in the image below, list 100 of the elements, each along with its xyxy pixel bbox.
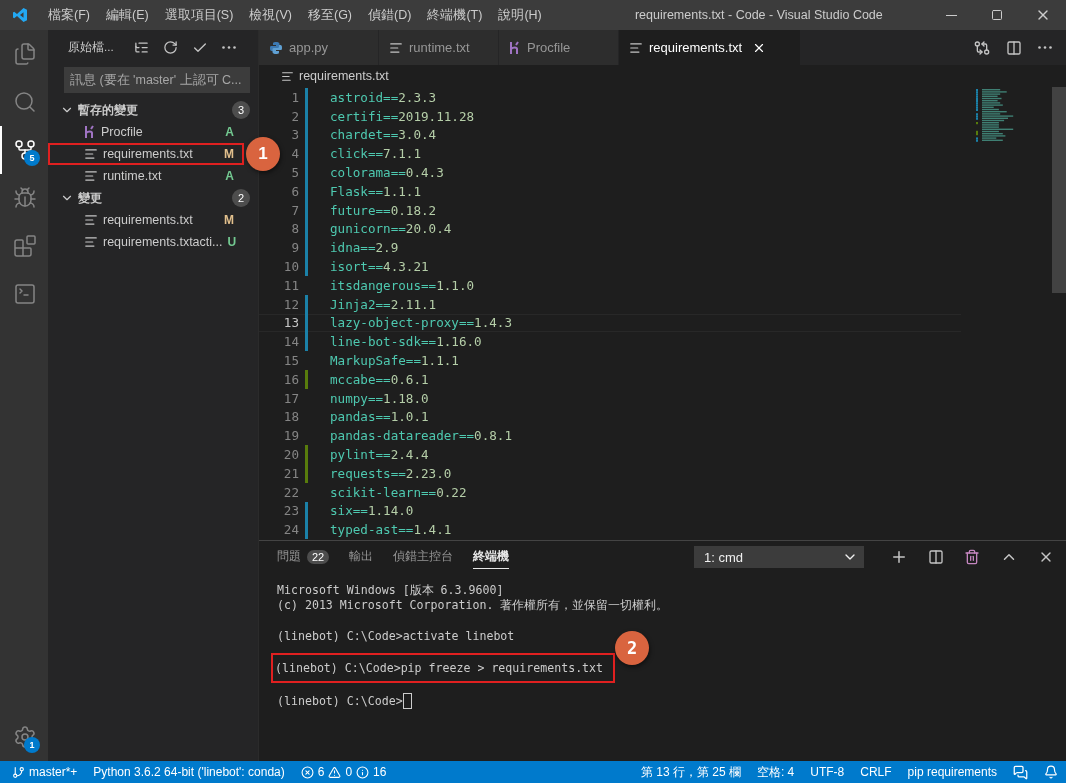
code-line: scikit-learn==0.22 [329,484,467,500]
terminal-line: (c) 2013 Microsoft Corporation. 著作權所有，並保留一切權利。 [277,598,669,613]
file-name: requirements.txtacti... [103,235,223,249]
line-number: 11 [283,277,299,293]
bell-icon [1044,765,1058,779]
line-number: 20 [283,447,299,463]
panel-tab[interactable]: 問題 22 [277,545,330,569]
code-line: certifi==2019.11.28 [329,108,475,124]
code-line: line-bot-sdk==1.16.0 [329,334,482,350]
commit-message-field[interactable]: 訊息 (要在 'master' 上認可 C... [64,67,250,93]
code-line: requests==2.23.0 [329,465,452,481]
menu-item[interactable]: 移至(G) [300,6,361,24]
window-title: requirements.txt - Code - Visual Studio Code [633,8,884,22]
editor-tab[interactable]: runtime.txt [379,30,499,65]
notifications-button[interactable] [1044,765,1058,779]
info-icon [356,765,370,779]
text-file-icon [389,40,403,55]
text-file-icon [84,169,98,183]
tree-view-button[interactable] [133,40,149,55]
line-number: 18 [283,409,299,425]
more-button[interactable] [1038,46,1052,49]
menu-item[interactable]: 檢視(V) [241,6,300,24]
group-label: 暫存的變更 [78,102,139,118]
compare-icon [974,39,990,56]
chat-icon [1013,764,1028,780]
line-number: 16 [283,371,299,387]
terminal-dropdown[interactable]: 1: cmd [694,546,864,568]
extensions-icon [13,234,37,258]
refresh-button[interactable] [162,40,178,55]
warning-icon [328,765,342,779]
status-item[interactable]: CRLF [860,765,892,779]
line-number: 1 [290,89,299,105]
minimize-icon [945,14,957,16]
count-badge: 3 [232,101,250,119]
file-name: requirements.txt [103,147,194,161]
line-number: 9 [290,240,299,256]
callout-number: 2 [615,631,650,665]
editor-tab[interactable]: Procfile [499,30,619,65]
line-number: 12 [283,296,299,312]
code-line: pylint==2.4.4 [329,447,429,463]
code-line: lazy-object-proxy==1.4.3 [329,315,512,331]
compare-button[interactable] [974,39,990,56]
terminal-line: (linebot) C:\Code> [277,693,412,709]
panel-tab[interactable]: 終端機 [473,545,510,569]
code-line: pandas==1.0.1 [329,409,429,425]
file-name: Procfile [101,125,144,139]
code-line: six==1.14.0 [329,503,414,519]
refresh-icon [162,40,178,55]
editor-tab[interactable]: requirements.txt [619,30,801,65]
more-button[interactable] [221,46,236,49]
panel-tab[interactable]: 偵錯主控台 [393,545,454,569]
file-row[interactable]: requirements.txtacti... U [48,231,244,253]
scrollbar-thumb[interactable] [1052,87,1066,293]
text-file-icon [629,40,643,55]
status-item[interactable]: pip requirements [907,765,997,779]
status-item[interactable]: 空格: 4 [756,763,795,781]
line-number: 19 [283,428,299,444]
status-item[interactable]: 第 13 行，第 25 欄 [640,763,741,781]
line-number: 21 [283,465,299,481]
heroku-icon [509,40,521,55]
menu-item[interactable]: 檔案(F) [40,6,98,24]
file-row[interactable]: requirements.txt M [48,209,244,231]
feedback-button[interactable] [1013,764,1028,780]
interpreter-status[interactable]: Python 3.6.2 64-bit ('linebot': conda) [93,765,285,779]
plus-icon [890,548,908,566]
split-icon [1006,39,1022,56]
file-name: runtime.txt [103,169,163,183]
heroku-icon [84,125,96,139]
trash-button[interactable] [964,549,980,565]
breadcrumb[interactable]: requirements.txt [299,69,389,83]
line-number: 17 [283,390,299,406]
count-badge: 2 [232,189,250,207]
editor-tab[interactable]: app.py [259,30,379,65]
terminal-line: Microsoft Windows [版本 6.3.9600] [277,583,504,598]
menu-item[interactable]: 說明(H) [490,6,550,24]
settings-icon [13,725,37,749]
status-letter: M [224,213,234,227]
panel-tab[interactable]: 輸出 [349,545,374,569]
split-editor-button[interactable] [1006,39,1022,56]
menu-item[interactable]: 終端機(T) [419,6,491,24]
count-badge: 1 [24,737,40,753]
line-number: 3 [290,127,299,143]
file-name: requirements.txt [103,213,194,227]
settings-button[interactable]: 1 [0,713,48,761]
code-line: pandas-datareader==0.8.1 [329,428,512,444]
status-letter: A [225,125,234,139]
menu-item[interactable]: 選取項目(S) [156,6,242,24]
line-number: 13 [283,315,299,331]
problems-status[interactable]: 6 0 16 [300,765,387,779]
split-icon [928,549,944,565]
split-button[interactable] [928,549,944,565]
menu-item[interactable]: 編輯(E) [97,6,157,24]
status-item[interactable]: UTF-8 [810,765,845,779]
code-line: astroid==2.3.3 [329,89,437,105]
search-icon [13,90,37,114]
code-line: itsdangerous==1.1.0 [329,277,475,293]
menu-item[interactable]: 偵錯(D) [360,6,420,24]
add-button[interactable] [890,548,908,566]
branch-status[interactable]: master*+ [12,765,78,779]
count-badge: 5 [24,150,40,166]
